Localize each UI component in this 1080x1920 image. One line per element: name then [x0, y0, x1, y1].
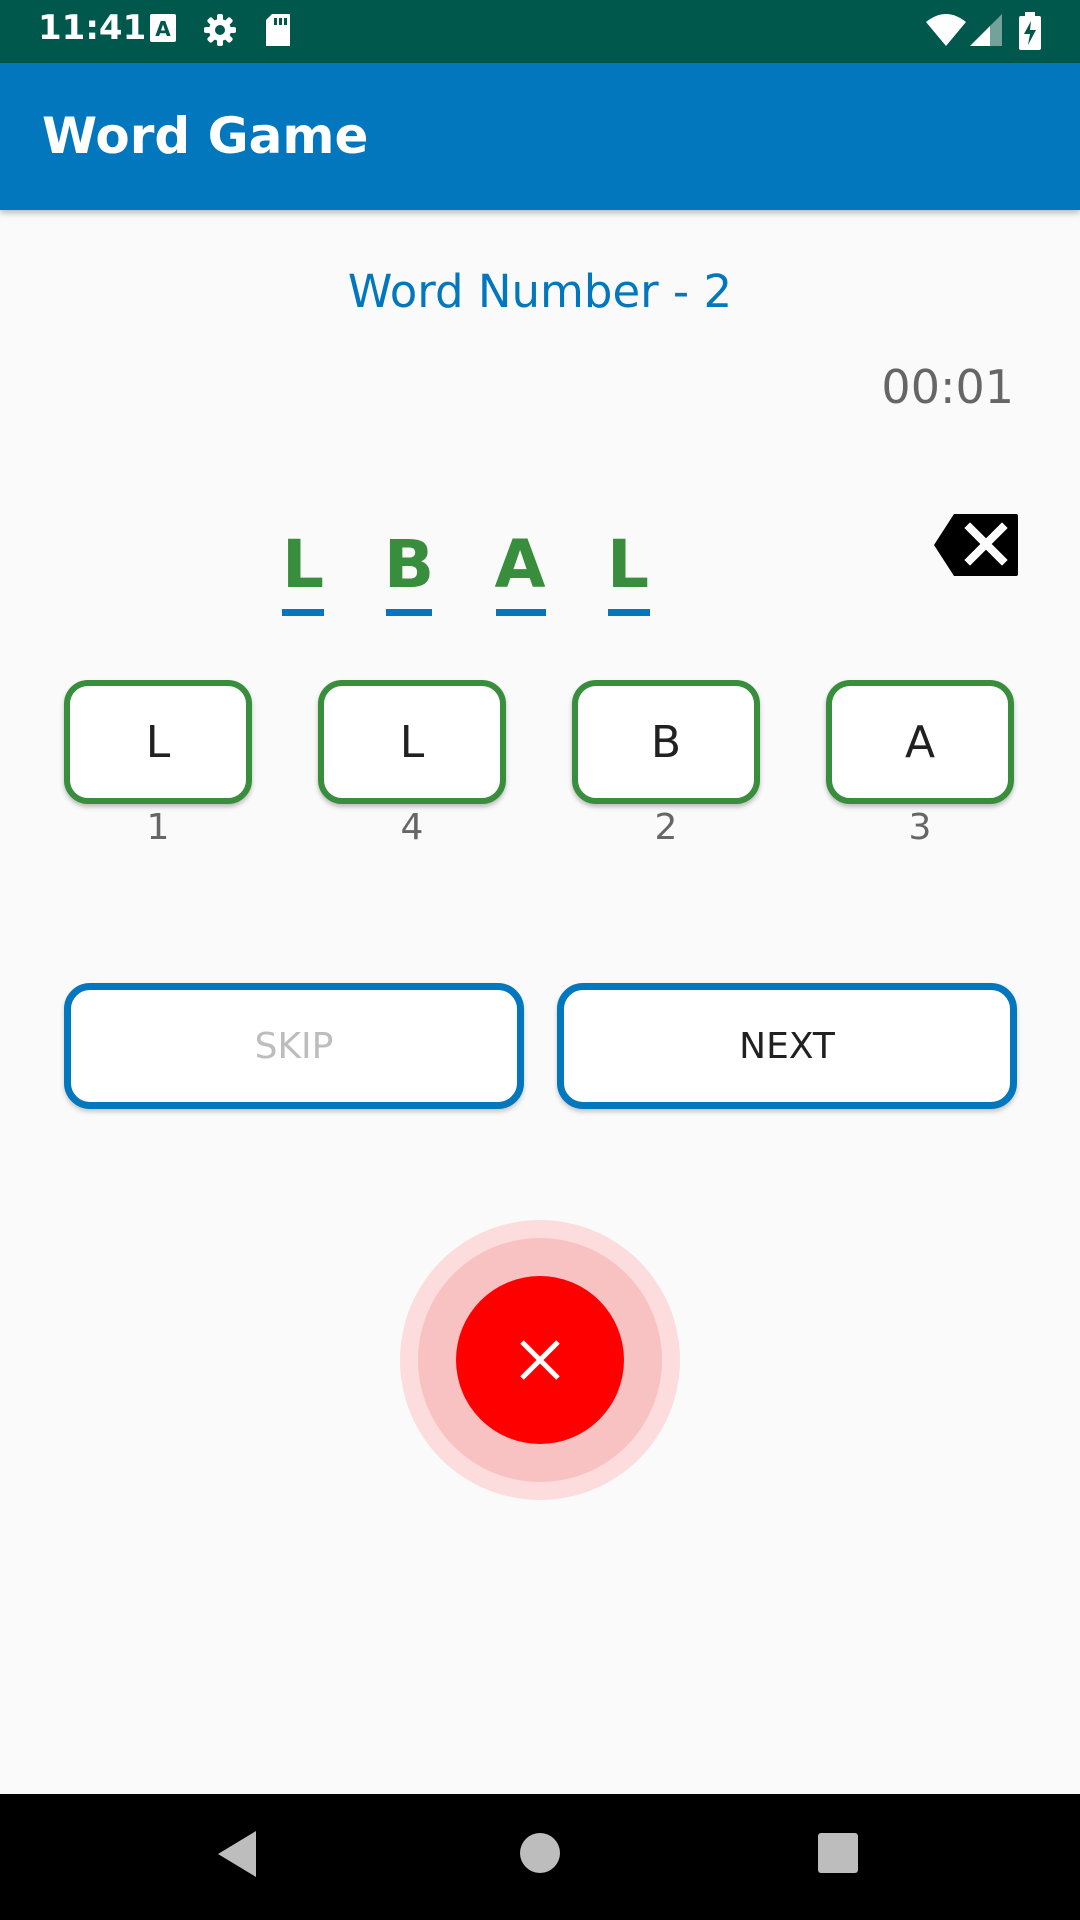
answer-underline [282, 609, 324, 616]
answer-letter[interactable]: L [273, 525, 333, 605]
close-icon [520, 1340, 560, 1380]
backspace-icon [934, 514, 1018, 576]
signal-icon [968, 12, 1004, 52]
a-icon: A [148, 12, 178, 50]
navigation-bar [0, 1794, 1080, 1920]
tile-index: 2 [654, 807, 678, 848]
back-icon[interactable] [216, 1829, 260, 1883]
battery-charging-icon [1018, 12, 1042, 54]
app-title: Word Game [42, 107, 369, 165]
answer-letter[interactable]: L [598, 525, 658, 605]
sd-card-icon [264, 12, 292, 52]
timer: 00:01 [881, 360, 1014, 414]
gear-icon [202, 12, 238, 52]
wifi-icon [924, 12, 968, 52]
letter-tile[interactable]: B [572, 680, 760, 804]
tile-index: 1 [146, 807, 170, 848]
answer-row: L B A L [0, 525, 1080, 625]
letter-tile[interactable]: L [64, 680, 252, 804]
letter-tile[interactable]: L [318, 680, 506, 804]
home-icon[interactable] [519, 1832, 561, 1878]
svg-text:A: A [155, 17, 171, 41]
answer-underline [386, 609, 432, 616]
answer-underline [608, 609, 650, 616]
answer-letter[interactable]: B [379, 525, 439, 605]
close-button[interactable] [456, 1276, 624, 1444]
backspace-button[interactable] [932, 512, 1020, 578]
status-time: 11:41 [38, 8, 147, 48]
letter-tile[interactable]: A [826, 680, 1014, 804]
word-number-label: Word Number - 2 [347, 265, 733, 318]
answer-underline [496, 609, 546, 616]
next-button[interactable]: NEXT [557, 983, 1017, 1109]
tile-index: 4 [400, 807, 424, 848]
app-bar: Word Game [0, 63, 1080, 210]
status-bar: 11:41 A [0, 0, 1080, 63]
recents-icon[interactable] [817, 1832, 859, 1878]
tile-index: 3 [908, 807, 932, 848]
skip-button[interactable]: SKIP [64, 983, 524, 1109]
answer-letter[interactable]: A [490, 525, 550, 605]
